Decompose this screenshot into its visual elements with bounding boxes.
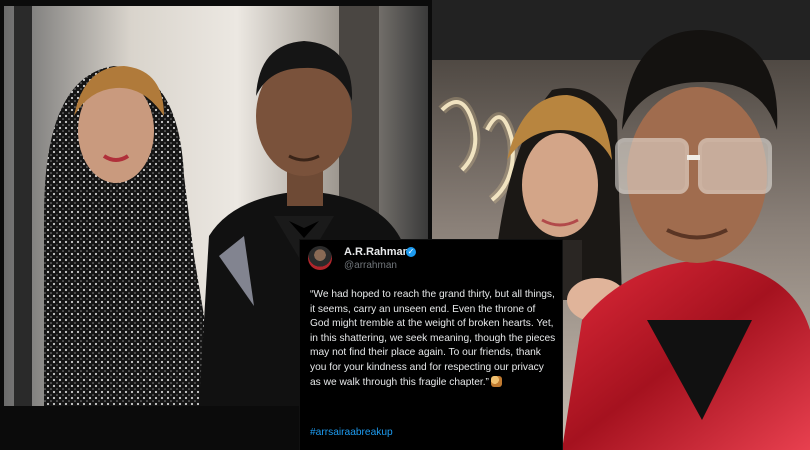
broken-heart-couple-emoji-icon	[490, 375, 502, 387]
tweet-card: A.R.Rahman ✓ @arrahman “We had hoped to …	[300, 240, 562, 450]
tweet-header: A.R.Rahman ✓ @arrahman	[308, 244, 556, 274]
hashtag-link[interactable]: #arrsairaabreakup	[310, 427, 393, 438]
author-name[interactable]: A.R.Rahman	[344, 246, 409, 258]
author-handle[interactable]: @arrahman	[344, 260, 397, 271]
avatar[interactable]	[308, 246, 332, 270]
tweet-text: “We had hoped to reach the grand thirty,…	[310, 289, 559, 388]
verified-badge-icon: ✓	[406, 247, 416, 257]
tweet-body: “We had hoped to reach the grand thirty,…	[310, 288, 556, 390]
